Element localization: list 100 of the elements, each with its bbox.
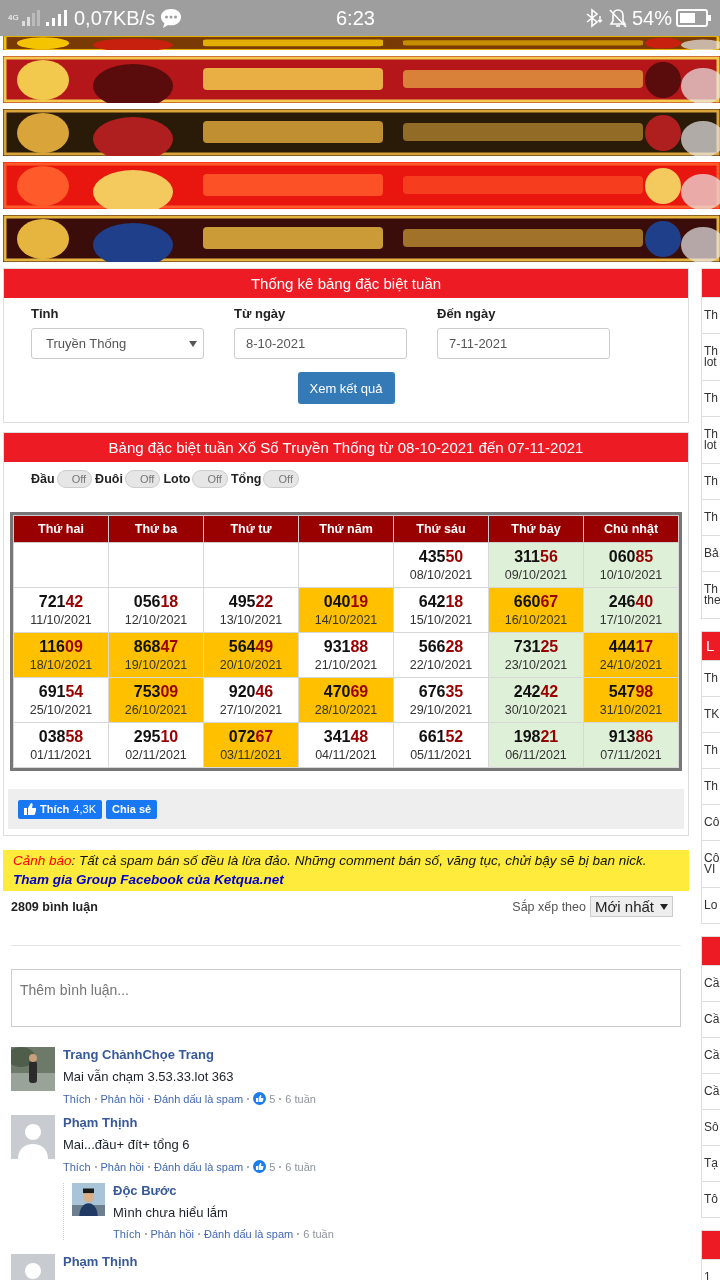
result-cell: 24242 30/10/2021 xyxy=(488,677,584,723)
sidebar-link[interactable]: Th xyxy=(702,380,720,416)
date-field[interactable]: 8-10-2021 xyxy=(234,328,407,359)
column-header: Thứ ba xyxy=(108,515,204,543)
result-cell: 34148 04/11/2021 xyxy=(298,722,394,768)
result-cell: 03858 01/11/2021 xyxy=(13,722,109,768)
comment-action-link[interactable]: Đánh dấu là spam xyxy=(153,1160,244,1173)
date-field[interactable]: 7-11-2021 xyxy=(437,328,610,359)
comment-action-link[interactable]: Phản hồi xyxy=(100,1160,144,1173)
comment-text: Mai...đầu+ đít+ tổng 6 xyxy=(63,1137,191,1152)
result-cell: 47069 28/10/2021 xyxy=(298,677,394,723)
toggle-switch[interactable]: Off xyxy=(263,470,299,488)
result-cell: 69154 25/10/2021 xyxy=(13,677,109,723)
sidebar-link[interactable]: Th xyxy=(702,660,720,696)
comment-action-link[interactable]: Thích xyxy=(113,1228,141,1240)
sort-select[interactable]: Mới nhất xyxy=(589,896,673,917)
commenter-name[interactable]: Trang ChảnhChọe Trang xyxy=(63,1047,316,1062)
field-label: Từ ngày xyxy=(234,306,287,321)
result-cell: 11609 18/10/2021 xyxy=(13,632,109,678)
sidebar-link[interactable]: Sô xyxy=(702,1109,720,1145)
result-cell: 91386 07/11/2021 xyxy=(583,722,679,768)
sort-label: Sắp xếp theo xyxy=(512,899,586,914)
like-icon xyxy=(253,1092,267,1105)
sidebar-link[interactable]: Cầ xyxy=(702,1037,720,1073)
sidebar-link[interactable]: Th xyxy=(702,297,720,333)
result-cell: 07267 03/11/2021 xyxy=(203,722,299,768)
comment-action-link[interactable]: Phản hồi xyxy=(150,1228,194,1240)
caret-icon xyxy=(189,340,197,347)
result-cell: 56628 22/10/2021 xyxy=(393,632,489,678)
result-cell: 64218 15/10/2021 xyxy=(393,587,489,633)
sidebar-link[interactable]: Tạ xyxy=(702,1145,720,1181)
panel-title: Bảng đặc biệt tuần Xổ Số Truyền Thống từ 08-10-2021 đến 07-11-2021 xyxy=(4,433,688,462)
sidebar-title: L xyxy=(706,637,715,654)
column-header: Thứ sáu xyxy=(393,515,489,543)
signal-icon xyxy=(46,10,68,26)
comment-time: 6 tuần xyxy=(303,1228,334,1240)
commenter-name[interactable]: Độc Bước xyxy=(113,1183,334,1198)
result-cell: 04019 14/10/2021 xyxy=(298,587,394,633)
result-cell: 24640 17/10/2021 xyxy=(583,587,679,633)
view-results-button[interactable]: Xem kết quả xyxy=(297,372,395,404)
sidebar-link[interactable]: TK xyxy=(702,696,720,732)
result-cell: 29510 02/11/2021 xyxy=(108,722,204,768)
warning-text: : Tất cả spam bán số đều là lừa đảo. Những comment bán số, văng tục, chửi bậy sẽ bị ban nick. xyxy=(71,853,647,868)
field-label: Đến ngày xyxy=(437,306,497,321)
sidebar-link[interactable]: Th the xyxy=(702,571,720,618)
comment-action-link[interactable]: Đánh dấu là spam xyxy=(203,1228,294,1240)
sidebar-link[interactable]: Bả xyxy=(702,535,720,571)
result-cell: 93188 21/10/2021 xyxy=(298,632,394,678)
like-count: 5 xyxy=(269,1160,276,1173)
sidebar-link[interactable]: Cô xyxy=(702,804,720,840)
thumbs-up-icon xyxy=(24,803,36,815)
sidebar-link[interactable]: Th lot xyxy=(702,416,720,463)
province-select[interactable]: Truyền Thống xyxy=(31,328,204,359)
toggle-label: Đầu xyxy=(31,472,55,486)
share-button[interactable]: Chia sẻ xyxy=(106,799,158,819)
sidebar-link[interactable]: Th xyxy=(702,732,720,768)
column-header: Thứ tư xyxy=(203,515,299,543)
result-cell: 75309 26/10/2021 xyxy=(108,677,204,723)
comment-text: Mai vẫn chạm 3.53.33.lot 363 xyxy=(63,1069,235,1084)
commenter-name[interactable]: Phạm Thịnh xyxy=(63,1254,138,1269)
sidebar-header xyxy=(702,937,720,965)
sidebar-link[interactable]: Th lot xyxy=(702,333,720,380)
toggle-switch[interactable]: Off xyxy=(56,470,93,488)
toggle-label: Tổng xyxy=(230,472,262,486)
field-label: Tỉnh xyxy=(31,306,60,321)
toggle-switch[interactable]: Off xyxy=(192,470,228,488)
sidebar-link[interactable]: Cô VI xyxy=(702,840,720,887)
like-count: 5 xyxy=(269,1092,276,1105)
result-cell: 92046 27/10/2021 xyxy=(203,677,299,723)
commenter-name[interactable]: Phạm Thịnh xyxy=(63,1115,334,1130)
comment-action-link[interactable]: Thích xyxy=(63,1160,91,1173)
comment-action-link[interactable]: Phản hồi xyxy=(100,1092,144,1105)
sidebar-link[interactable]: Th xyxy=(702,499,720,535)
sidebar-link[interactable]: Cầ xyxy=(702,965,720,1001)
sidebar-link[interactable]: Cầ xyxy=(702,1073,720,1109)
like-button[interactable]: Thích 4,3K xyxy=(18,799,102,819)
facebook-group-link[interactable]: Tham gia Group Facebook của Ketqua.net xyxy=(13,872,284,887)
battery-level: 54% xyxy=(631,6,672,30)
result-cell: 66152 05/11/2021 xyxy=(393,722,489,768)
comment-text: Mình chưa hiểu lắm xyxy=(113,1205,229,1220)
result-cell: 49522 13/10/2021 xyxy=(203,587,299,633)
sidebar-link[interactable]: Lo xyxy=(702,887,720,923)
message-icon xyxy=(159,7,184,29)
comment-action-link[interactable]: Thích xyxy=(63,1092,91,1105)
sidebar-header xyxy=(702,1231,720,1259)
panel-title: Thống kê bảng đặc biệt tuần xyxy=(4,269,688,298)
comment-action-link[interactable]: Đánh dấu là spam xyxy=(153,1092,244,1105)
result-cell: 56449 20/10/2021 xyxy=(203,632,299,678)
sidebar-link[interactable]: Cầ xyxy=(702,1001,720,1037)
comment-time: 6 tuần xyxy=(285,1092,316,1105)
sidebar-link[interactable]: Th xyxy=(702,768,720,804)
toggle-switch[interactable]: Off xyxy=(124,470,161,488)
comment-count: 2809 bình luận xyxy=(11,899,99,914)
comment-input[interactable]: Thêm bình luận... xyxy=(11,969,681,1027)
sidebar-link[interactable]: Th xyxy=(702,463,720,499)
result-cell: 31156 09/10/2021 xyxy=(488,542,584,588)
result-cell: 54798 31/10/2021 xyxy=(583,677,679,723)
toggle-label: Đuôi xyxy=(95,472,123,486)
result-cell: 86847 19/10/2021 xyxy=(108,632,204,678)
sidebar-link[interactable]: Tô xyxy=(702,1181,720,1217)
